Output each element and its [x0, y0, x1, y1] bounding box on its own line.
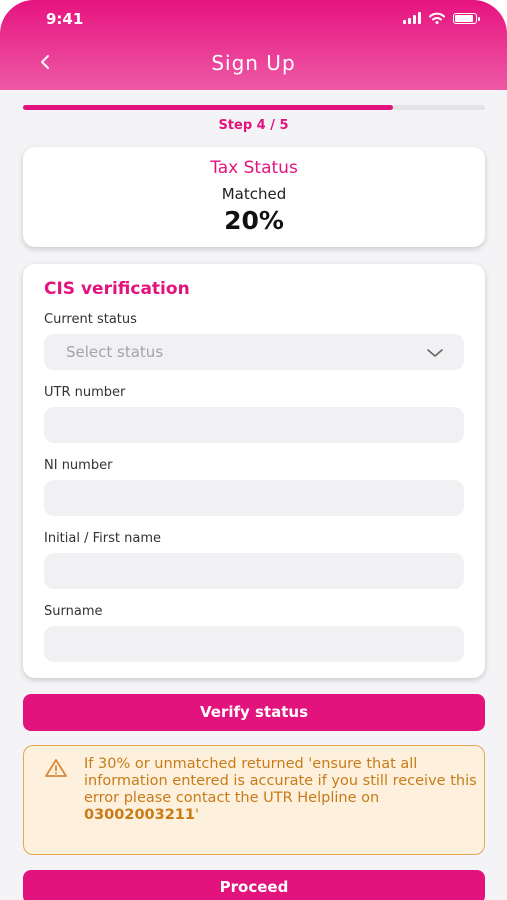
warning-text: If 30% or unmatched returned 'ensure tha… [84, 756, 477, 806]
utr-helpline-number: 03002003211 [84, 807, 195, 823]
first-name-input[interactable] [44, 553, 464, 589]
cellular-signal-icon [403, 12, 421, 24]
step-indicator: Step 4 / 5 [218, 118, 289, 133]
warning-suffix: ' [194, 807, 199, 823]
current-status-placeholder: Select status [66, 343, 164, 361]
ni-number-input[interactable] [44, 480, 464, 516]
proceed-button[interactable]: Proceed [23, 870, 485, 900]
tax-status-value: 20% [224, 206, 284, 235]
progress-bar [23, 105, 485, 110]
status-time: 9:41 [46, 10, 84, 28]
tax-status-card: Tax Status Matched 20% [23, 147, 485, 247]
surname-label: Surname [44, 604, 103, 619]
warning-triangle-icon [45, 759, 67, 777]
wifi-icon [429, 12, 445, 24]
page-title: Sign Up [211, 51, 296, 75]
surname-input[interactable] [44, 626, 464, 662]
cis-verification-card: CIS verification Current status Select s… [23, 264, 485, 678]
warning-message: If 30% or unmatched returned 'ensure tha… [84, 756, 479, 824]
warning-box: If 30% or unmatched returned 'ensure tha… [23, 745, 485, 855]
tax-status-subtitle: Matched [221, 185, 287, 203]
current-status-select[interactable]: Select status [44, 334, 464, 370]
chevron-down-icon [427, 349, 443, 357]
current-status-label: Current status [44, 312, 137, 327]
ni-number-label: NI number [44, 458, 113, 473]
utr-number-input[interactable] [44, 407, 464, 443]
verify-status-button[interactable]: Verify status [23, 694, 485, 731]
cis-title: CIS verification [44, 279, 190, 299]
phone-screen: 9:41 Sign Up Step 4 / 5 Tax Status Match… [0, 0, 507, 900]
first-name-label: Initial / First name [44, 531, 161, 546]
status-icons [403, 12, 480, 24]
battery-icon [453, 12, 480, 24]
progress-bar-fill [23, 105, 393, 110]
tax-status-title: Tax Status [210, 158, 298, 178]
app-header: 9:41 Sign Up [0, 0, 507, 90]
utr-number-label: UTR number [44, 385, 126, 400]
